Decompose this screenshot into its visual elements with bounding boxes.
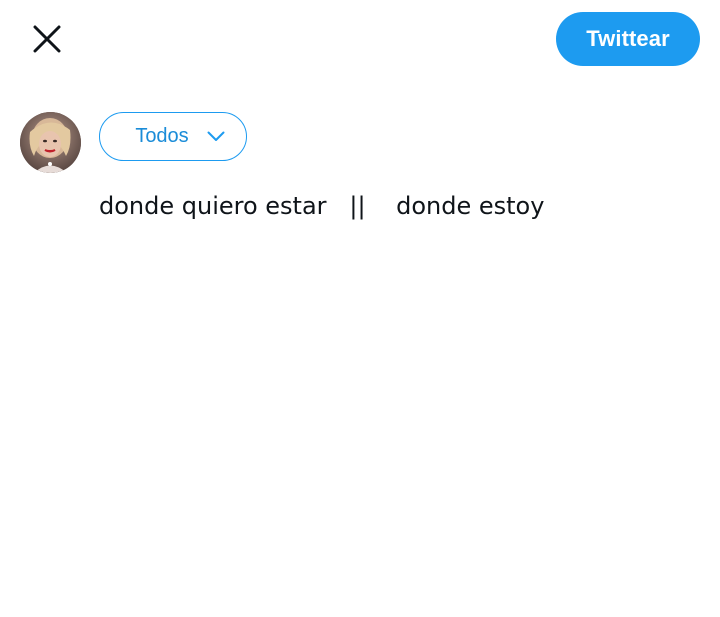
audience-label: Todos — [135, 125, 189, 147]
avatar[interactable] — [20, 112, 81, 173]
close-button[interactable] — [26, 18, 68, 60]
avatar-image — [20, 112, 81, 173]
close-icon — [33, 25, 61, 53]
tweet-button[interactable]: Twittear — [556, 12, 700, 66]
audience-selector[interactable]: Todos — [99, 112, 247, 161]
compose-tweet-screen: Twittear Todos donde quiero estar || don… — [0, 0, 720, 617]
chevron-down-icon — [207, 131, 225, 141]
tweet-text-input[interactable]: donde quiero estar || donde estoy — [99, 190, 699, 222]
